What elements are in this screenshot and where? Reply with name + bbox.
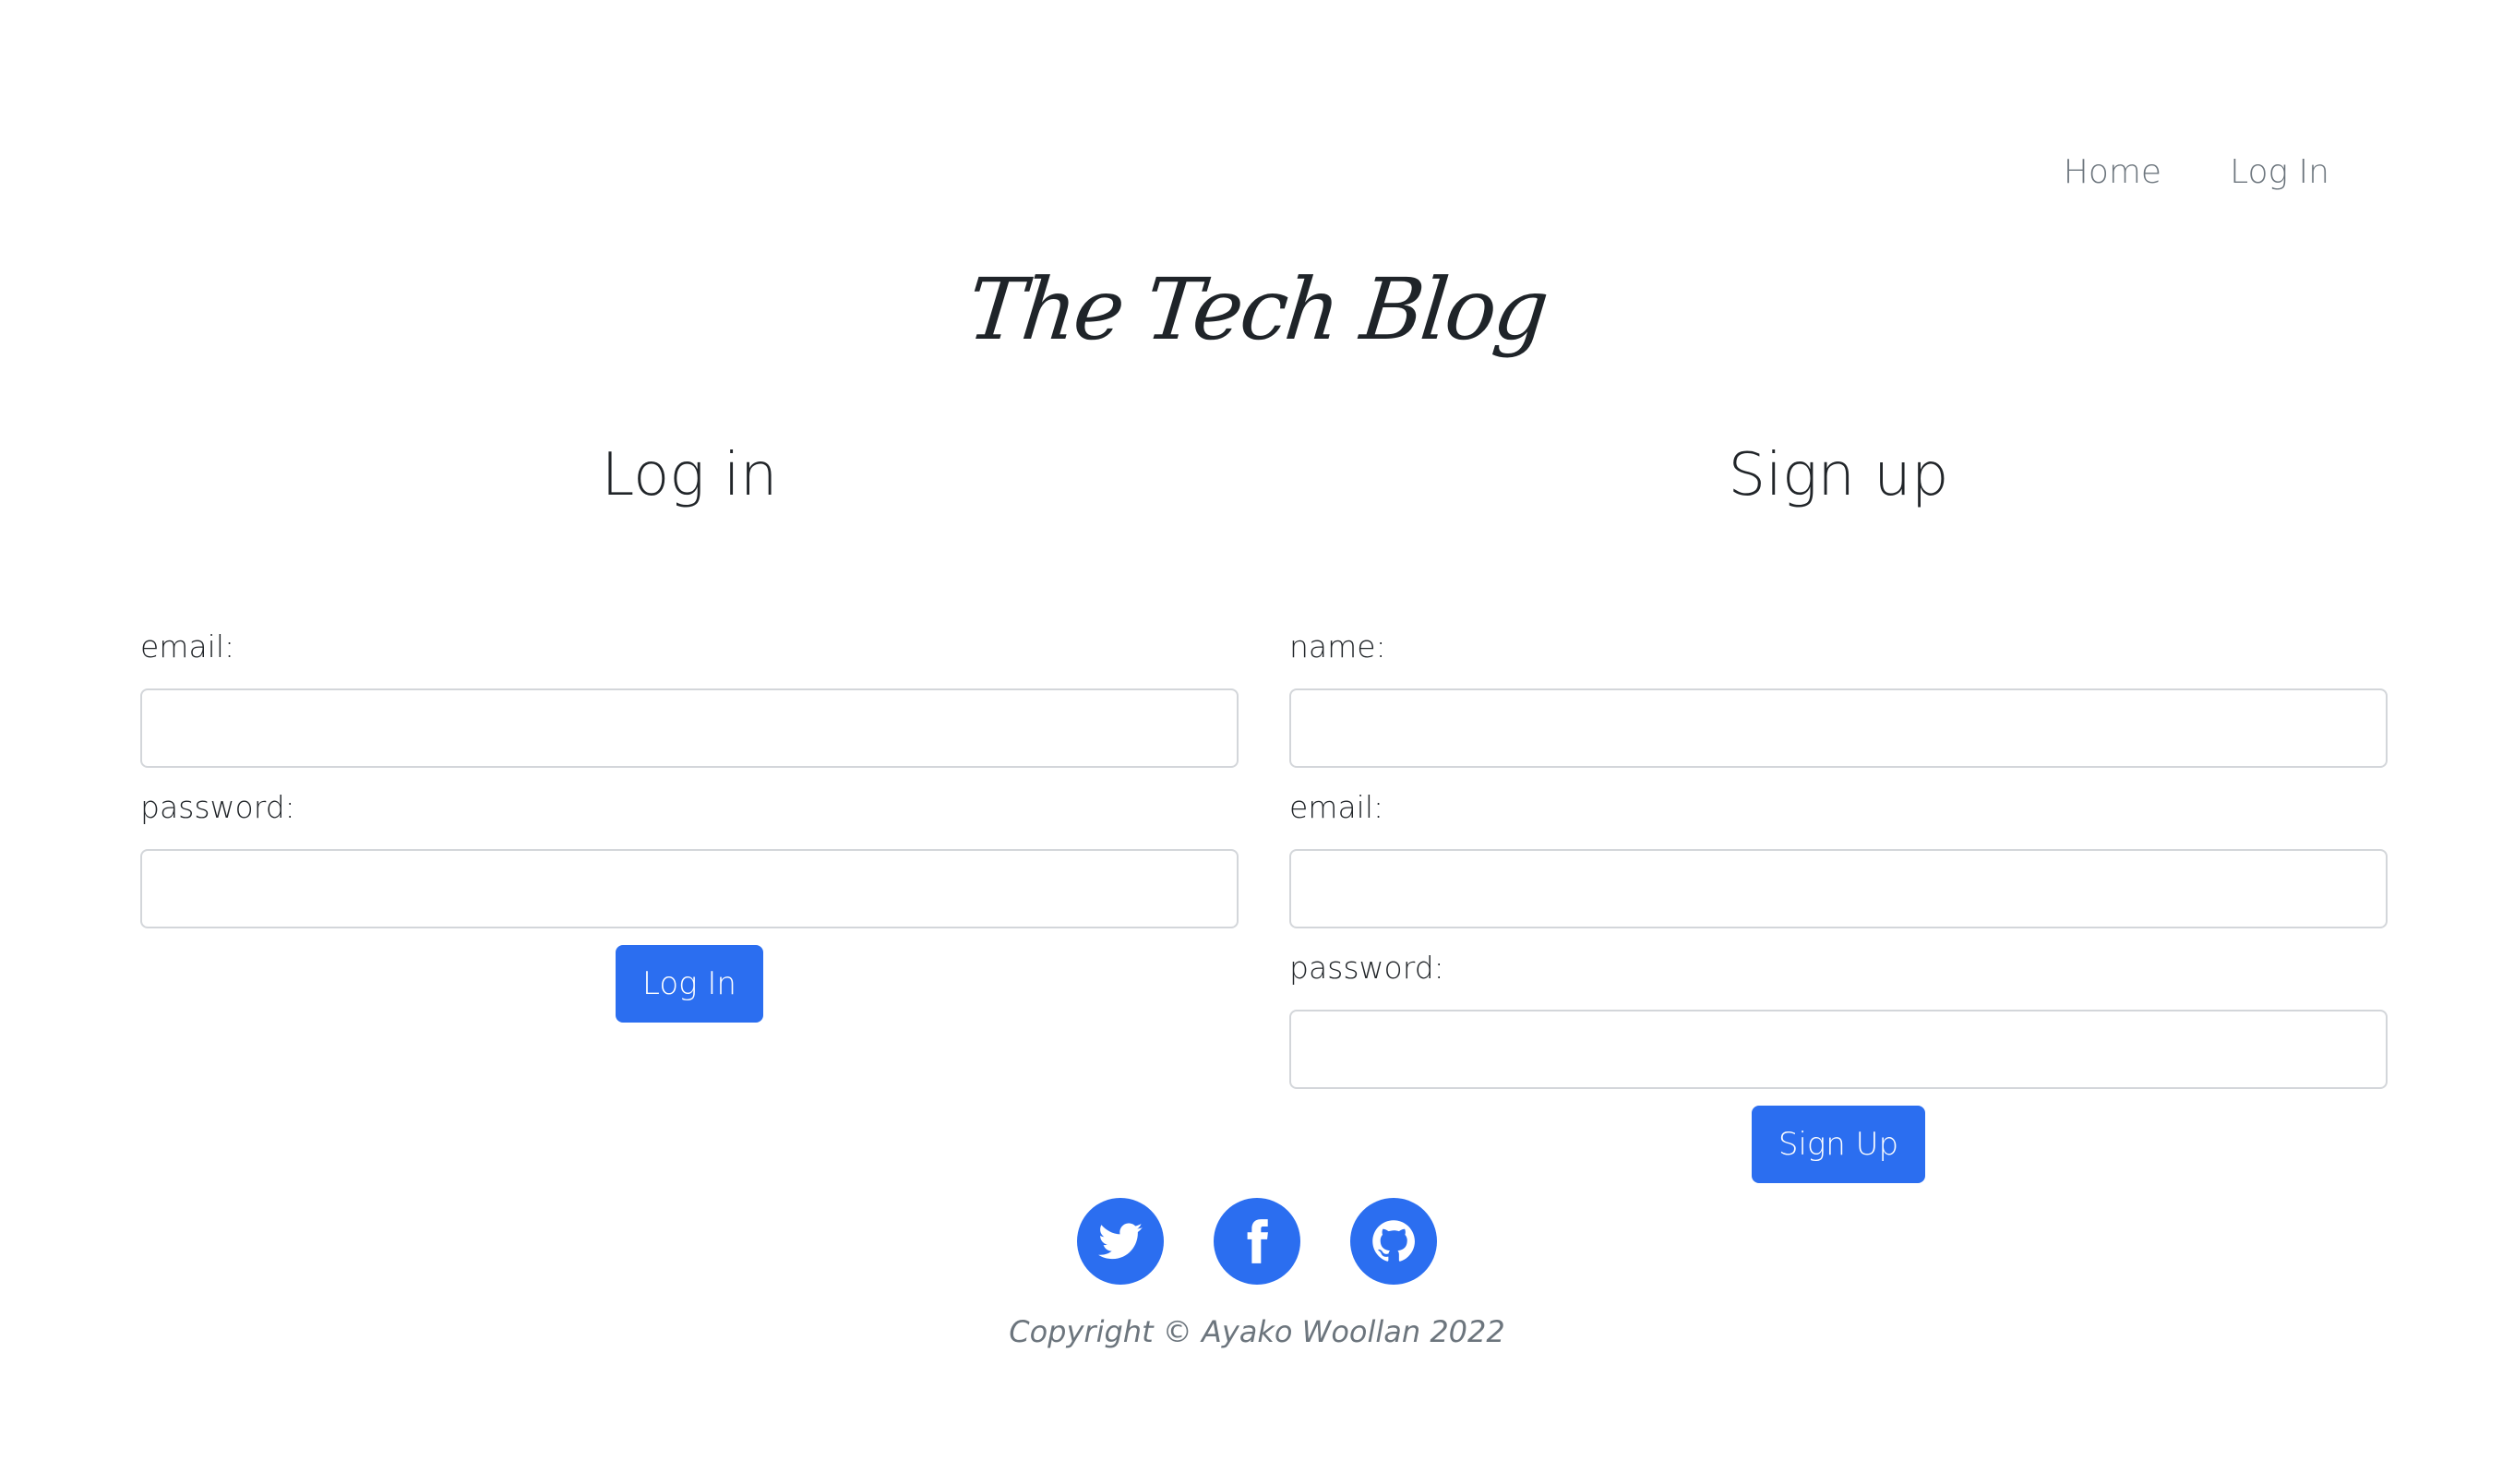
signup-email-label: email: (1289, 789, 1384, 825)
github-link[interactable] (1350, 1198, 1437, 1285)
login-button-wrap: Log In (140, 945, 1239, 1023)
site-logo: The Tech Blog (963, 260, 1551, 359)
signup-button[interactable]: Sign Up (1751, 1106, 1926, 1183)
login-email-label: email: (140, 628, 235, 664)
signup-button-wrap: Sign Up (1289, 1106, 2388, 1183)
twitter-icon (1098, 1223, 1143, 1260)
login-form: Log in email: password: Log In (140, 434, 1239, 1023)
login-button[interactable]: Log In (616, 945, 763, 1023)
top-nav: Home Log In (2064, 153, 2329, 191)
github-icon (1372, 1220, 1415, 1262)
signup-heading: Sign up (1728, 441, 1949, 509)
login-password-label: password: (140, 789, 295, 825)
facebook-icon (1247, 1219, 1268, 1263)
twitter-link[interactable] (1077, 1198, 1164, 1285)
facebook-link[interactable] (1214, 1198, 1300, 1285)
signup-name-input[interactable] (1289, 688, 2388, 768)
signup-email-input[interactable] (1289, 849, 2388, 928)
login-password-input[interactable] (140, 849, 1239, 928)
signup-name-label: name: (1289, 628, 1386, 664)
nav-login-link[interactable]: Log In (2230, 153, 2329, 191)
signup-form: Sign up name: email: password: Sign Up (1289, 434, 2388, 1183)
login-email-input[interactable] (140, 688, 1239, 768)
login-heading: Log in (601, 441, 778, 509)
social-links (0, 1198, 2514, 1285)
signup-password-label: password: (1289, 950, 1444, 986)
copyright-text: Copyright © Ayako Woollan 2022 (1009, 1314, 1505, 1349)
signup-password-input[interactable] (1289, 1010, 2388, 1089)
nav-home-link[interactable]: Home (2064, 153, 2161, 191)
